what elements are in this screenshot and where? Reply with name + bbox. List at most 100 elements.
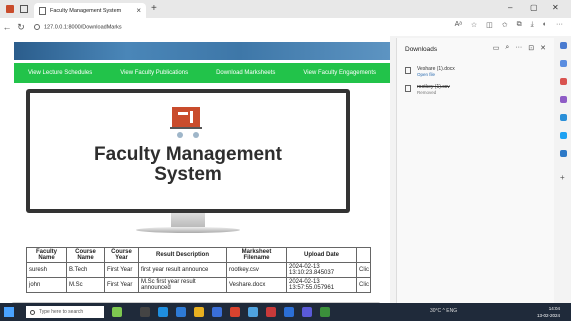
download-status: Removed xyxy=(417,90,437,95)
downloads-actions: ▭ ⌕ ··· ⊡ ✕ xyxy=(493,44,546,52)
site-banner xyxy=(14,42,390,60)
col-marksheet-filename: Marksheet Filename xyxy=(226,247,287,263)
table-row: john M.Sc First Year M.Sc first year res… xyxy=(26,277,371,293)
download-item[interactable]: rootkey (1).csv Removed xyxy=(405,84,545,95)
windows-taskbar: Type here to search 30°C ^ ENG 14:04 13-… xyxy=(0,303,571,321)
refresh-icon[interactable]: ↻ xyxy=(14,22,28,33)
split-screen-icon[interactable]: ◫ xyxy=(486,21,493,29)
browser-tab-bar: Faculty Management System × + – ▢ ✕ xyxy=(0,0,571,18)
clock-time: 14:04 xyxy=(548,306,560,311)
app2-icon[interactable] xyxy=(302,307,312,317)
taskbar-clock[interactable]: 14:04 13-02-2024 xyxy=(530,305,560,319)
hero-title: Faculty Management System xyxy=(30,145,346,185)
more-icon[interactable]: ··· xyxy=(515,44,522,52)
monitor-screen: Faculty Management System xyxy=(30,93,346,209)
task-view-icon[interactable] xyxy=(140,307,150,317)
back-arrow-icon[interactable]: ← xyxy=(0,22,14,32)
col-course-year: Course Year xyxy=(104,247,139,263)
cell-marksheet-filename: rootkey.csv xyxy=(226,262,287,278)
open-file-link[interactable]: Open file xyxy=(417,72,455,77)
cell-result-description: first year result announce xyxy=(138,262,227,278)
nav-faculty-publications[interactable]: View Faculty Publications xyxy=(120,70,188,76)
games-icon[interactable] xyxy=(560,150,567,157)
open-folder-icon[interactable]: ▭ xyxy=(493,44,500,52)
url-text: 127.0.0.1:8000/DownloadMarks xyxy=(44,24,122,31)
page-icon xyxy=(39,6,46,15)
app-icon[interactable] xyxy=(266,307,276,317)
teams-icon[interactable] xyxy=(284,307,294,317)
search-sidebar-icon[interactable] xyxy=(560,42,567,49)
read-aloud-icon[interactable]: Aᵃ xyxy=(455,21,462,29)
download-item[interactable]: Veshare (1).docx Open file xyxy=(405,66,545,77)
nav-lecture-schedules[interactable]: View Lecture Schedules xyxy=(28,70,92,76)
app3-icon[interactable] xyxy=(320,307,330,317)
download-link[interactable]: Clic Dow xyxy=(356,262,371,278)
taskbar-search[interactable]: Type here to search xyxy=(26,306,104,318)
shopping-icon[interactable] xyxy=(560,78,567,85)
mail-icon[interactable] xyxy=(176,307,186,317)
add-icon[interactable]: + xyxy=(560,174,567,182)
pin-icon[interactable]: ⊡ xyxy=(528,44,534,52)
download-link[interactable]: Clic Dow xyxy=(356,277,371,293)
nav-download-marksheets[interactable]: Download Marksheets xyxy=(216,70,275,76)
minimize-button[interactable]: – xyxy=(508,3,512,12)
discover-icon[interactable] xyxy=(560,60,567,67)
cell-faculty-name: john xyxy=(26,277,67,293)
browser-profile-icon[interactable] xyxy=(6,5,14,13)
nav-faculty-engagements[interactable]: View Faculty Engagements xyxy=(303,70,376,76)
favorites-icon[interactable]: ✩ xyxy=(502,21,508,29)
cell-course-year: First Year xyxy=(104,262,139,278)
store-icon[interactable] xyxy=(212,307,222,317)
close-icon[interactable]: ✕ xyxy=(540,44,546,52)
edge-icon[interactable] xyxy=(158,307,168,317)
download-icon[interactable]: ⤓ xyxy=(531,21,534,29)
hero-title-line2: System xyxy=(154,163,222,185)
cell-result-description: M.Sc first year result announced xyxy=(138,277,227,293)
col-result-description: Result Description xyxy=(138,247,227,263)
hero-monitor-image: Faculty Management System xyxy=(26,89,350,239)
close-window-button[interactable]: ✕ xyxy=(552,3,559,12)
hero-title-line1: Faculty Management xyxy=(94,144,282,165)
favorite-star-icon[interactable]: ☆ xyxy=(471,21,477,29)
cell-course-name: B.Tech xyxy=(66,262,105,278)
url-field[interactable]: 127.0.0.1:8000/DownloadMarks xyxy=(34,23,122,31)
presentation-icon xyxy=(170,107,202,138)
marksheet-table: Faculty Name Course Name Course Year Res… xyxy=(26,247,371,293)
outlook-icon[interactable] xyxy=(560,132,567,139)
office-icon[interactable] xyxy=(560,114,567,121)
tab-actions-icon[interactable] xyxy=(20,5,28,13)
collections-icon[interactable]: ⧉ xyxy=(517,21,522,29)
clock-date: 13-02-2024 xyxy=(536,313,560,318)
cell-marksheet-filename: Veshare.docx xyxy=(226,277,287,293)
vscode-icon[interactable] xyxy=(248,307,258,317)
widgets-icon[interactable] xyxy=(112,307,122,317)
more-options-icon[interactable]: ··· xyxy=(556,21,563,29)
cell-faculty-name: suresh xyxy=(26,262,67,278)
monitor-stand xyxy=(171,213,205,227)
maximize-button[interactable]: ▢ xyxy=(530,3,538,12)
system-tray[interactable]: 30°C ^ ENG xyxy=(430,308,457,314)
sidebar-rail: + xyxy=(556,36,571,303)
downloads-panel: Downloads ▭ ⌕ ··· ⊡ ✕ Veshare (1).docx O… xyxy=(396,38,554,303)
cell-upload-date: 2024-02-13 13:10:23.845037 xyxy=(286,262,357,278)
chrome-icon[interactable] xyxy=(230,307,240,317)
tab-title: Faculty Management System xyxy=(50,7,122,14)
tools-icon[interactable] xyxy=(560,96,567,103)
col-upload-date: Upload Date xyxy=(286,247,357,263)
monitor-base xyxy=(136,227,240,233)
tab-close-icon[interactable]: × xyxy=(136,6,141,15)
page-viewport: View Lecture Schedules View Faculty Publ… xyxy=(0,36,390,303)
table-row: suresh B.Tech First Year first year resu… xyxy=(26,262,371,278)
browser-tab[interactable]: Faculty Management System × xyxy=(34,3,146,18)
downloads-title: Downloads xyxy=(405,46,438,53)
info-icon[interactable] xyxy=(34,23,40,30)
windows-start-icon[interactable] xyxy=(4,307,14,317)
toolbar-icons: Aᵃ ☆ ◫ ✩ ⧉ ⤓ ◐ ··· xyxy=(455,21,563,29)
new-tab-button[interactable]: + xyxy=(151,3,157,14)
search-icon[interactable]: ⌕ xyxy=(505,44,509,52)
extension-icon[interactable]: ◐ xyxy=(543,21,547,29)
col-faculty-name: Faculty Name xyxy=(26,247,67,263)
file-explorer-icon[interactable] xyxy=(194,307,204,317)
cell-course-year: First Year xyxy=(104,277,139,293)
file-icon xyxy=(405,85,411,92)
